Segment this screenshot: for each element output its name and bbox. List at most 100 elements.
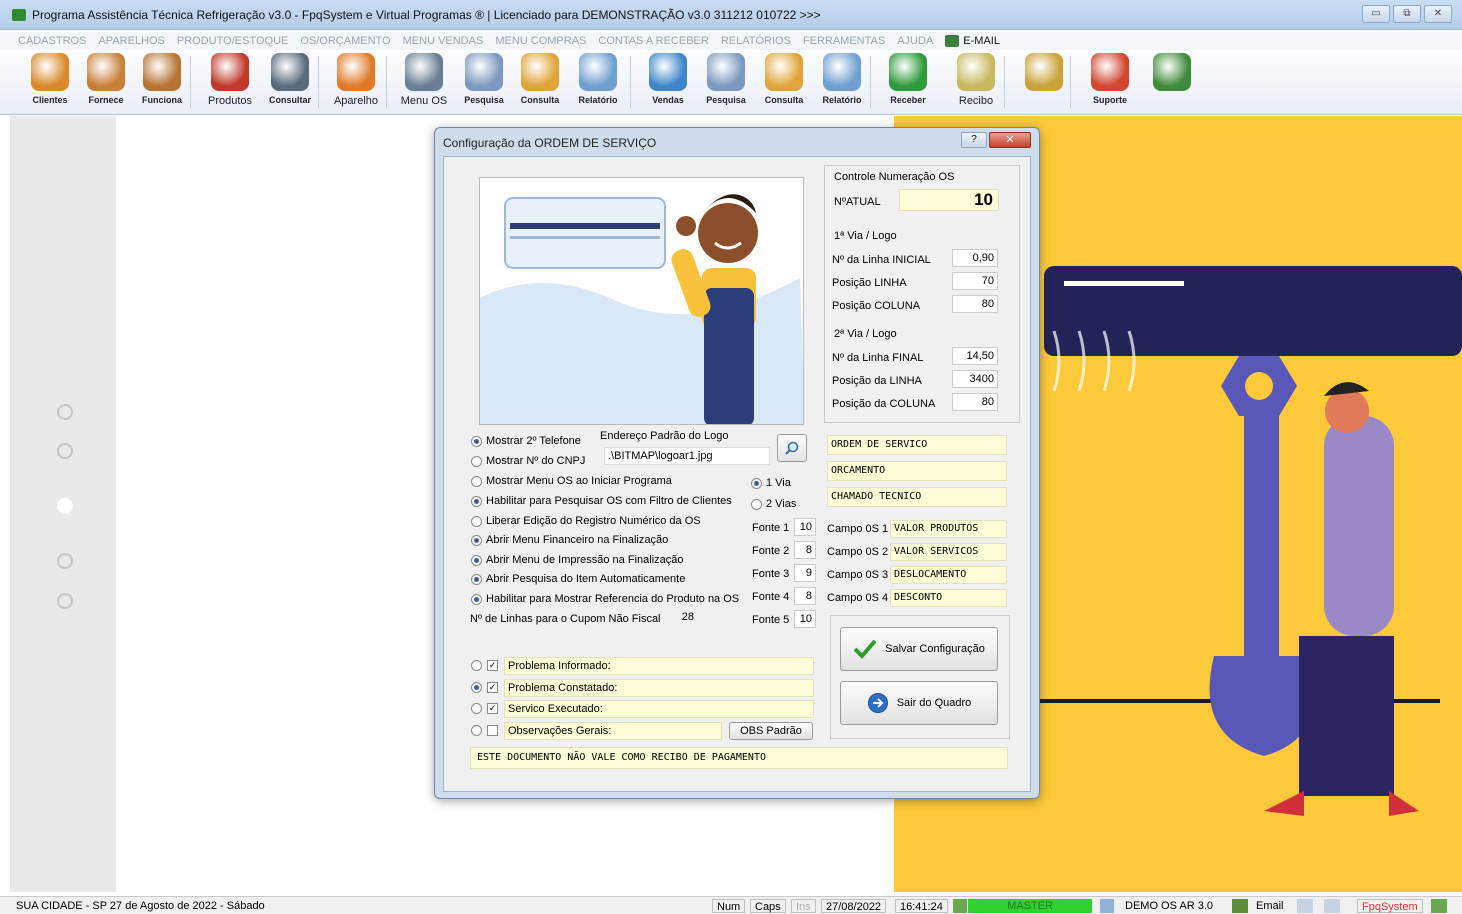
receipt-footer-field[interactable]: ESTE DOCUMENTO NÃO VALE COMO RECIBO DE P… xyxy=(470,747,1008,769)
save-config-button[interactable]: Salvar Configuração xyxy=(840,627,998,671)
slide-dot[interactable] xyxy=(57,443,73,459)
current-number-field[interactable]: 10 xyxy=(899,189,999,211)
keyboard-icon[interactable] xyxy=(1324,899,1340,913)
option-row[interactable]: Habilitar para Mostrar Referencia do Pro… xyxy=(471,593,739,605)
problem-checkbox[interactable] xyxy=(487,725,498,736)
option-row[interactable]: Abrir Menu de Impressão na Finalização xyxy=(471,554,683,566)
slide-dot[interactable] xyxy=(57,553,73,569)
font-size-field[interactable]: 10 xyxy=(794,518,816,536)
option-2-vias[interactable]: 2 Vias xyxy=(751,498,796,510)
option-row[interactable]: Liberar Edição do Registro Numérico da O… xyxy=(471,515,701,527)
option-radio[interactable] xyxy=(471,573,482,585)
toolbar-button-exit[interactable] xyxy=(1144,53,1200,95)
obs-default-button[interactable]: OBS Padrão xyxy=(729,722,813,740)
problem-radio[interactable] xyxy=(471,725,482,736)
logo-path-field[interactable]: .\BITMAP\logoar1.jpg xyxy=(604,447,770,465)
font-size-field[interactable]: 8 xyxy=(794,541,816,559)
via2-row-field[interactable]: 3400 xyxy=(952,370,998,388)
font-size-field[interactable]: 8 xyxy=(794,587,816,605)
browse-logo-button[interactable] xyxy=(777,434,807,462)
menu-cadastros[interactable]: CADASTROS xyxy=(18,35,86,47)
menu-email[interactable]: E-MAIL xyxy=(945,34,1000,47)
doc-title-orcamento-field[interactable]: ORCAMENTO xyxy=(827,461,1007,481)
cnpj-radio[interactable] xyxy=(471,455,482,467)
toolbar-button-aparelho[interactable]: Aparelho xyxy=(328,53,384,107)
menu-ajuda[interactable]: AJUDA xyxy=(897,35,933,47)
menu-os-orcamento[interactable]: OS/ORÇAMENTO xyxy=(300,35,390,47)
problem-checkbox[interactable]: ✓ xyxy=(487,682,498,693)
option-row[interactable]: Abrir Pesquisa do Item Automaticamente xyxy=(471,573,685,585)
maximize-button[interactable]: ⧉ xyxy=(1393,5,1421,23)
problem-checkbox[interactable]: ✓ xyxy=(487,660,498,671)
toolbar-button-funciona[interactable]: Funciona xyxy=(134,53,190,105)
minimize-button[interactable]: ▭ xyxy=(1362,5,1390,23)
doc-title-chamado-field[interactable]: CHAMADO TECNICO xyxy=(827,487,1007,507)
close-window-button[interactable]: ✕ xyxy=(1424,5,1452,23)
option-radio[interactable] xyxy=(471,554,482,566)
menu-contas-receber[interactable]: CONTAS A RECEBER xyxy=(598,35,708,47)
via2-col-field[interactable]: 80 xyxy=(952,393,998,411)
option-row[interactable]: Habilitar para Pesquisar OS com Filtro d… xyxy=(471,495,732,507)
problem-text-field[interactable]: Problema Informado: xyxy=(504,657,814,675)
option-1-via[interactable]: 1 Via xyxy=(751,477,791,489)
campo-field[interactable]: VALOR SERVICOS xyxy=(890,543,1007,561)
option-show-cnpj[interactable]: Mostrar Nº do CNPJ xyxy=(471,455,585,467)
phone2-radio[interactable] xyxy=(471,435,482,447)
campo-field[interactable]: VALOR PRODUTOS xyxy=(890,520,1007,538)
problem-text-field[interactable]: Observações Gerais: xyxy=(504,722,722,740)
problem-radio[interactable] xyxy=(471,703,482,714)
toolbar-button-coins[interactable] xyxy=(1016,53,1072,95)
via2-line-final-field[interactable]: 14,50 xyxy=(952,347,998,365)
slide-dot[interactable] xyxy=(57,404,73,420)
menu-relatorios[interactable]: RELATÓRIOS xyxy=(721,35,791,47)
option-row[interactable]: Mostrar Menu OS ao Iniciar Programa xyxy=(471,475,672,487)
option-radio[interactable] xyxy=(471,515,482,527)
campo-field[interactable]: DESCONTO xyxy=(890,589,1007,607)
toolbar-button-produtos[interactable]: Produtos xyxy=(202,53,258,107)
font-size-field[interactable]: 9 xyxy=(794,564,816,582)
via2-radio[interactable] xyxy=(751,498,762,510)
problem-checkbox[interactable]: ✓ xyxy=(487,703,498,714)
menu-ferramentas[interactable]: FERRAMENTAS xyxy=(803,35,885,47)
problem-text-field[interactable]: Servico Executado: xyxy=(504,700,814,718)
toolbar-button-consulta[interactable]: Consulta xyxy=(512,53,568,105)
toolbar-button-pesquisa[interactable]: Pesquisa xyxy=(456,53,512,105)
toolbar-button-consultar[interactable]: Consultar xyxy=(262,53,318,105)
option-radio[interactable] xyxy=(471,495,482,507)
toolbar-button-fornece[interactable]: Fornece xyxy=(78,53,134,105)
printer-icon[interactable] xyxy=(1297,899,1313,913)
option-row[interactable]: Abrir Menu Financeiro na Finalização xyxy=(471,534,668,546)
problem-radio[interactable] xyxy=(471,682,482,693)
toolbar-button-receber[interactable]: Receber xyxy=(880,53,936,105)
option-radio[interactable] xyxy=(471,475,482,487)
cupom-lines-field[interactable]: 28 xyxy=(668,608,698,626)
toolbar-button-pesquisa[interactable]: Pesquisa xyxy=(698,53,754,105)
problem-radio[interactable] xyxy=(471,660,482,671)
toolbar-button-vendas[interactable]: Vendas xyxy=(640,53,696,105)
doc-title-os-field[interactable]: ORDEM DE SERVICO xyxy=(827,435,1007,455)
status-email[interactable]: Email xyxy=(1252,899,1288,913)
exit-dialog-button[interactable]: Sair do Quadro xyxy=(840,681,998,725)
toolbar-button-relat-rio[interactable]: Relatório xyxy=(570,53,626,105)
font-size-field[interactable]: 10 xyxy=(794,610,816,628)
campo-field[interactable]: DESLOCAMENTO xyxy=(890,566,1007,584)
option-show-phone2[interactable]: Mostrar 2º Telefone xyxy=(471,435,581,447)
menu-vendas[interactable]: MENU VENDAS xyxy=(403,35,484,47)
slide-dot[interactable] xyxy=(57,593,73,609)
help-button[interactable]: ? xyxy=(961,132,987,148)
toolbar-button-relat-rio[interactable]: Relatório xyxy=(814,53,870,105)
toolbar-button-clientes[interactable]: Clientes xyxy=(22,53,78,105)
via1-line-initial-field[interactable]: 0,90 xyxy=(952,249,998,267)
menu-aparelhos[interactable]: APARELHOS xyxy=(98,35,164,47)
problem-text-field[interactable]: Problema Constatado: xyxy=(504,679,814,697)
via1-radio[interactable] xyxy=(751,477,762,489)
menu-compras[interactable]: MENU COMPRAS xyxy=(495,35,586,47)
slide-dot-active[interactable] xyxy=(57,498,73,514)
via1-col-field[interactable]: 80 xyxy=(952,295,998,313)
close-dialog-button[interactable]: ✕ xyxy=(989,132,1031,148)
toolbar-button-consulta[interactable]: Consulta xyxy=(756,53,812,105)
toolbar-button-recibo[interactable]: Recibo xyxy=(948,53,1004,107)
option-radio[interactable] xyxy=(471,534,482,546)
option-radio[interactable] xyxy=(471,593,482,605)
menu-produto-estoque[interactable]: PRODUTO/ESTOQUE xyxy=(177,35,288,47)
